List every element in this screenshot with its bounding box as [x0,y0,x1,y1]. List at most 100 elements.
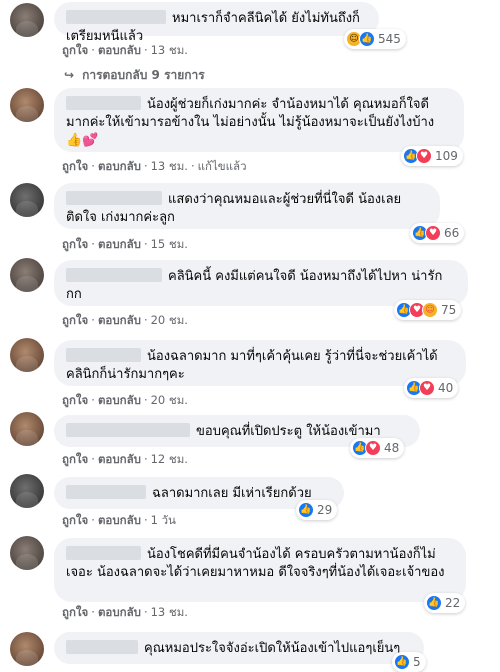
avatar[interactable] [10,412,44,446]
reaction-count: 29 [317,503,333,517]
reaction-count: 48 [384,441,400,455]
commenter-name-redacted[interactable] [66,268,162,282]
separator-dot: · [91,393,95,407]
reaction-count: 66 [444,226,460,240]
commenter-name-redacted[interactable] [66,423,190,437]
timestamp[interactable]: 20 ชม. [151,313,188,327]
like-link[interactable]: ถูกใจ [62,43,88,57]
reaction-summary[interactable]: 👍 ♥ 66 [410,223,465,243]
separator-dot: · [91,313,95,327]
reaction-summary[interactable]: 👍 5 [392,652,426,672]
commenter-name-redacted[interactable] [66,640,138,654]
timestamp[interactable]: 20 ชม. [151,393,188,407]
comment-bubble: หมาเราก็จำคลีนิคได้ ยังไม่ทันถึงก็เตรียม… [54,2,379,44]
like-link[interactable]: ถูกใจ [62,237,88,251]
reaction-summary[interactable]: 👍 22 [424,593,466,613]
commenter-name-redacted[interactable] [66,10,166,24]
avatar[interactable] [10,183,44,217]
comment-bubble: คุณหมอประใจจังอ่ะเปิดให้น้องเข้าไปแอๆเย็… [54,632,424,664]
avatar[interactable] [10,338,44,372]
timestamp[interactable]: 12 ชม. [151,452,188,466]
comment-actions: ถูกใจ · ตอบกลับ · 13 ชม. · แก้ไขแล้ว [62,158,247,176]
reply-link[interactable]: ตอบกลับ [98,393,141,407]
reaction-count: 40 [438,381,454,395]
avatar[interactable] [10,3,44,37]
reply-link[interactable]: ตอบกลับ [98,452,141,466]
heart-icon: ♥ [425,225,441,241]
separator-dot: · [143,393,148,407]
timestamp[interactable]: 1 วัน [151,513,176,527]
comment-actions: ถูกใจ · ตอบกลับ · 20 ชม. [62,312,188,330]
reaction-count: 109 [435,149,458,163]
separator-dot: · [91,513,95,527]
reaction-summary[interactable]: 👍 ♥ 48 [350,438,405,458]
separator-dot: · [91,452,95,466]
separator-dot: · [190,159,195,173]
commenter-name-redacted[interactable] [66,348,141,362]
separator-dot: · [143,159,148,173]
separator-dot: · [143,43,148,57]
timestamp[interactable]: 13 ชม. [151,43,188,57]
reply-link[interactable]: ตอบกลับ [98,237,141,251]
separator-dot: · [91,605,95,619]
heart-icon: ♥ [365,440,381,456]
reaction-summary[interactable]: 👍 ♥ ☺ 75 [394,300,462,320]
separator-dot: · [143,605,148,619]
avatar[interactable] [10,88,44,122]
commenter-name-redacted[interactable] [66,96,141,110]
comment-actions: ถูกใจ · ตอบกลับ · 1 วัน [62,512,176,530]
commenter-name-redacted[interactable] [66,546,141,560]
edited-label[interactable]: แก้ไขแล้ว [198,159,247,173]
comment-bubble: น้องโชคดีที่มีคนจำน้องได้ ครอบครัวตามหาน… [54,538,466,602]
thumbs-up-icon: 👍 [359,31,375,47]
care-face-icon: ☺ [422,302,438,318]
timestamp[interactable]: 13 ชม. [151,159,188,173]
comment-text: ฉลาดมากเลย มีเห่าเรียกด้วย [152,486,312,501]
commenter-name-redacted[interactable] [66,485,146,499]
comment-actions: ถูกใจ · ตอบกลับ · 12 ชม. [62,451,188,469]
separator-dot: · [143,513,148,527]
comment-actions: ถูกใจ · ตอบกลับ · 20 ชม. [62,392,188,410]
reaction-summary[interactable]: 👍 29 [296,500,338,520]
view-replies-link[interactable]: ↪ การตอบกลับ 9 รายการ [64,66,205,85]
heart-icon: ♥ [416,148,432,164]
reaction-summary[interactable]: ☺ 👍 545 [344,29,406,49]
reaction-count: 5 [413,655,421,669]
reply-link[interactable]: ตอบกลับ [98,605,141,619]
comment-actions: ถูกใจ · ตอบกลับ · 13 ชม. [62,604,188,622]
reply-link[interactable]: ตอบกลับ [98,513,141,527]
like-link[interactable]: ถูกใจ [62,452,88,466]
thumbs-up-icon: 👍 [426,595,442,611]
commenter-name-redacted[interactable] [66,191,162,205]
timestamp[interactable]: 15 ชม. [151,237,188,251]
comment-actions: ถูกใจ · ตอบกลับ · 13 ชม. [62,42,188,60]
reaction-count: 545 [378,32,401,46]
like-link[interactable]: ถูกใจ [62,513,88,527]
like-link[interactable]: ถูกใจ [62,605,88,619]
reply-link[interactable]: ตอบกลับ [98,159,141,173]
thumbs-up-icon: 👍 [394,654,410,670]
comment-bubble: น้องผู้ช่วยก็เก่งมากค่ะ จำน้องหมาได้ คุณ… [54,88,464,152]
reply-link[interactable]: ตอบกลับ [98,313,141,327]
timestamp[interactable]: 13 ชม. [151,605,188,619]
avatar[interactable] [10,536,44,570]
reaction-count: 75 [441,303,457,317]
thumbs-up-icon: 👍 [298,502,314,518]
like-link[interactable]: ถูกใจ [62,159,88,173]
reply-link[interactable]: ตอบกลับ [98,43,141,57]
comment-bubble: น้องฉลาดมาก มาที่ๆเค้าคุ้นเคย รู้ว่าที่น… [54,340,466,386]
comment-bubble: แสดงว่าคุณหมอและผู้ช่วยที่นี่ใจดี น้องเล… [54,183,440,229]
like-link[interactable]: ถูกใจ [62,393,88,407]
reply-arrow-icon: ↪ [64,68,75,82]
separator-dot: · [143,452,148,466]
avatar[interactable] [10,258,44,292]
avatar[interactable] [10,474,44,508]
separator-dot: · [143,237,148,251]
reaction-summary[interactable]: 👍 ♥ 109 [401,146,463,166]
reaction-summary[interactable]: 👍 ♥ 40 [404,378,459,398]
separator-dot: · [143,313,148,327]
avatar[interactable] [10,632,44,666]
comment-actions: ถูกใจ · ตอบกลับ · 15 ชม. [62,236,188,254]
like-link[interactable]: ถูกใจ [62,313,88,327]
separator-dot: · [91,237,95,251]
